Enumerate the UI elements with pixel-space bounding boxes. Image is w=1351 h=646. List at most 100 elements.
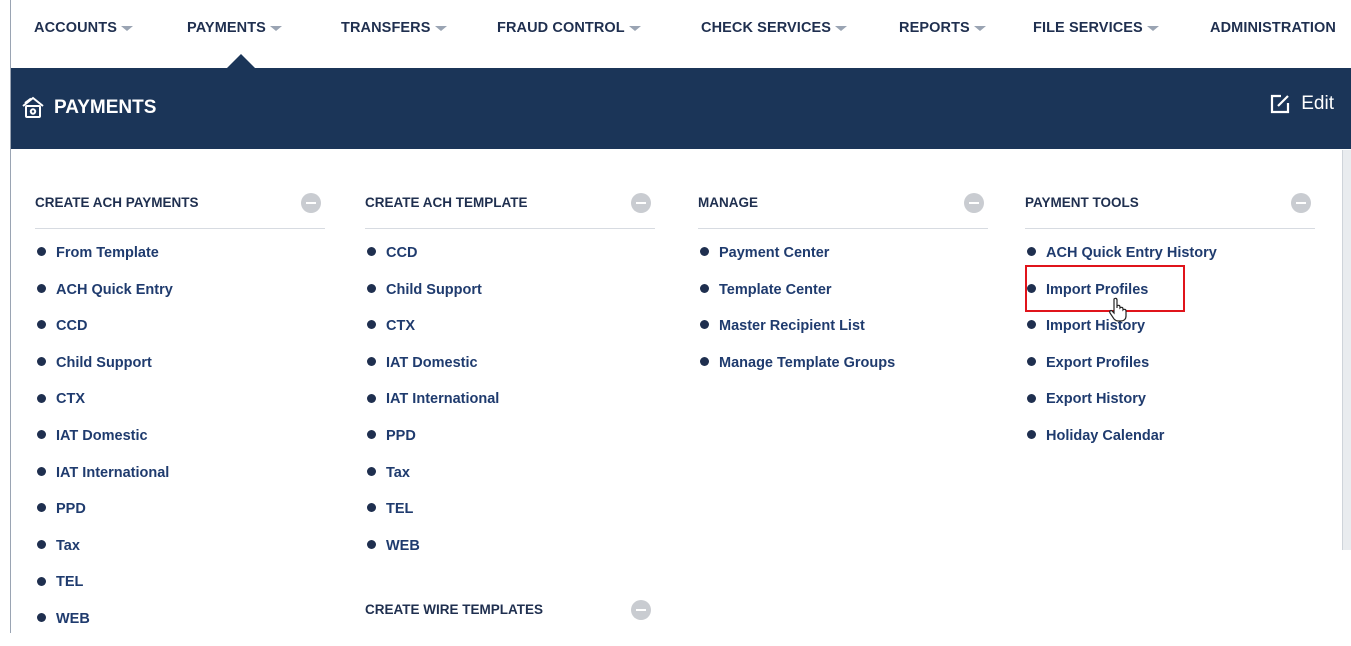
column-subheading: CREATE WIRE TEMPLATES	[365, 594, 655, 635]
bullet-icon	[700, 320, 709, 330]
column-payment-tools: PAYMENT TOOLS ACH Quick Entry History Im…	[1025, 187, 1315, 463]
column-manage: MANAGE Payment Center Template Center Ma…	[698, 187, 988, 389]
scrollbar-thumb[interactable]	[1344, 150, 1351, 550]
bullet-icon	[1027, 283, 1036, 293]
list-item[interactable]: Manage Template Groups	[698, 353, 988, 390]
list-item[interactable]: Import History	[1025, 316, 1315, 353]
bullet-icon	[37, 540, 46, 550]
link-list: ACH Quick Entry History Import Profiles …	[1025, 243, 1315, 463]
list-item[interactable]: WEB	[35, 609, 325, 646]
list-item[interactable]: Child Support	[365, 280, 655, 317]
nav-administration[interactable]: ADMINISTRATION	[1210, 20, 1336, 36]
list-item[interactable]: Holiday Calendar	[1025, 426, 1315, 463]
nav-fraud-control[interactable]: FRAUD CONTROL	[497, 20, 641, 36]
list-item[interactable]: IAT International	[35, 463, 325, 500]
list-item[interactable]: Export History	[1025, 389, 1315, 426]
bullet-icon	[367, 540, 376, 550]
bullet-icon	[37, 503, 46, 513]
link-list: CCD Child Support CTX IAT Domestic IAT I…	[365, 243, 655, 572]
list-item[interactable]: From Template	[35, 243, 325, 280]
bullet-icon	[700, 283, 709, 293]
list-item[interactable]: WEB	[365, 536, 655, 573]
chevron-down-icon	[434, 25, 447, 31]
bullet-icon	[37, 393, 46, 403]
list-item[interactable]: PPD	[35, 499, 325, 536]
list-item[interactable]: Template Center	[698, 280, 988, 317]
chevron-down-icon	[835, 25, 848, 31]
list-item[interactable]: TEL	[35, 572, 325, 609]
page-title-text: PAYMENTS	[54, 97, 157, 118]
bullet-icon	[37, 320, 46, 330]
column-heading: CREATE ACH PAYMENTS	[35, 187, 325, 229]
chevron-down-icon	[1146, 25, 1159, 31]
payments-icon	[22, 96, 44, 118]
bullet-icon	[1027, 247, 1036, 257]
chevron-down-icon	[628, 25, 641, 31]
vertical-scrollbar[interactable]	[1342, 150, 1351, 550]
app-frame: ACCOUNTS PAYMENTS TRANSFERS FRAUD CONTRO…	[10, 0, 1351, 633]
list-item[interactable]: PPD	[365, 426, 655, 463]
edit-icon	[1271, 94, 1290, 114]
list-item[interactable]: CTX	[35, 389, 325, 426]
nav-check-services[interactable]: CHECK SERVICES	[701, 20, 848, 36]
list-item[interactable]: TEL	[365, 499, 655, 536]
nav-file-services[interactable]: FILE SERVICES	[1033, 20, 1159, 36]
bullet-icon	[37, 613, 46, 623]
list-item[interactable]: CCD	[365, 243, 655, 280]
bullet-icon	[37, 247, 46, 257]
edit-button[interactable]: Edit	[1269, 93, 1334, 115]
column-heading: CREATE ACH TEMPLATE	[365, 187, 655, 229]
link-list: Payment Center Template Center Master Re…	[698, 243, 988, 389]
hand-pointer-icon	[1109, 297, 1127, 322]
list-item[interactable]: Tax	[365, 463, 655, 500]
bullet-icon	[367, 466, 376, 476]
list-item[interactable]: Export Profiles	[1025, 353, 1315, 390]
list-item[interactable]: IAT Domestic	[365, 353, 655, 390]
bullet-icon	[367, 283, 376, 293]
list-item[interactable]: CTX	[365, 316, 655, 353]
bullet-icon	[37, 357, 46, 367]
bullet-icon	[37, 466, 46, 476]
bullet-icon	[700, 247, 709, 257]
collapse-icon[interactable]	[1291, 193, 1311, 213]
bullet-icon	[367, 393, 376, 403]
page-title: PAYMENTS	[20, 95, 156, 121]
bullet-icon	[37, 283, 46, 293]
chevron-down-icon	[269, 25, 282, 31]
list-item[interactable]: ACH Quick Entry History	[1025, 243, 1315, 280]
nav-reports[interactable]: REPORTS	[899, 20, 986, 36]
bullet-icon	[1027, 357, 1036, 367]
list-item[interactable]: IAT Domestic	[35, 426, 325, 463]
bullet-icon	[37, 576, 46, 586]
top-navigation: ACCOUNTS PAYMENTS TRANSFERS FRAUD CONTRO…	[11, 0, 1351, 69]
active-nav-pointer	[226, 54, 256, 69]
list-item[interactable]: ACH Quick Entry	[35, 280, 325, 317]
bullet-icon	[367, 503, 376, 513]
chevron-down-icon	[973, 25, 986, 31]
collapse-icon[interactable]	[631, 600, 651, 621]
list-item[interactable]: CCD	[35, 316, 325, 353]
collapse-icon[interactable]	[301, 193, 321, 213]
list-item[interactable]: IAT International	[365, 389, 655, 426]
bullet-icon	[1027, 393, 1036, 403]
collapse-icon[interactable]	[964, 193, 984, 213]
column-heading: MANAGE	[698, 187, 988, 229]
bullet-icon	[367, 357, 376, 367]
column-heading: PAYMENT TOOLS	[1025, 187, 1315, 229]
list-item[interactable]: Tax	[35, 536, 325, 573]
bullet-icon	[1027, 430, 1036, 440]
nav-payments[interactable]: PAYMENTS	[187, 20, 282, 36]
list-item[interactable]: Payment Center	[698, 243, 988, 280]
nav-accounts[interactable]: ACCOUNTS	[34, 20, 133, 36]
bullet-icon	[1027, 320, 1036, 330]
collapse-icon[interactable]	[631, 193, 651, 213]
bullet-icon	[367, 320, 376, 330]
bullet-icon	[367, 430, 376, 440]
nav-transfers[interactable]: TRANSFERS	[341, 20, 447, 36]
list-item[interactable]: Master Recipient List	[698, 316, 988, 353]
column-create-ach-template: CREATE ACH TEMPLATE CCD Child Support CT…	[365, 187, 655, 635]
page-header: PAYMENTS Edit	[11, 68, 1351, 149]
list-item[interactable]: Child Support	[35, 353, 325, 390]
bullet-icon	[37, 430, 46, 440]
list-item-import-profiles[interactable]: Import Profiles	[1025, 280, 1315, 317]
